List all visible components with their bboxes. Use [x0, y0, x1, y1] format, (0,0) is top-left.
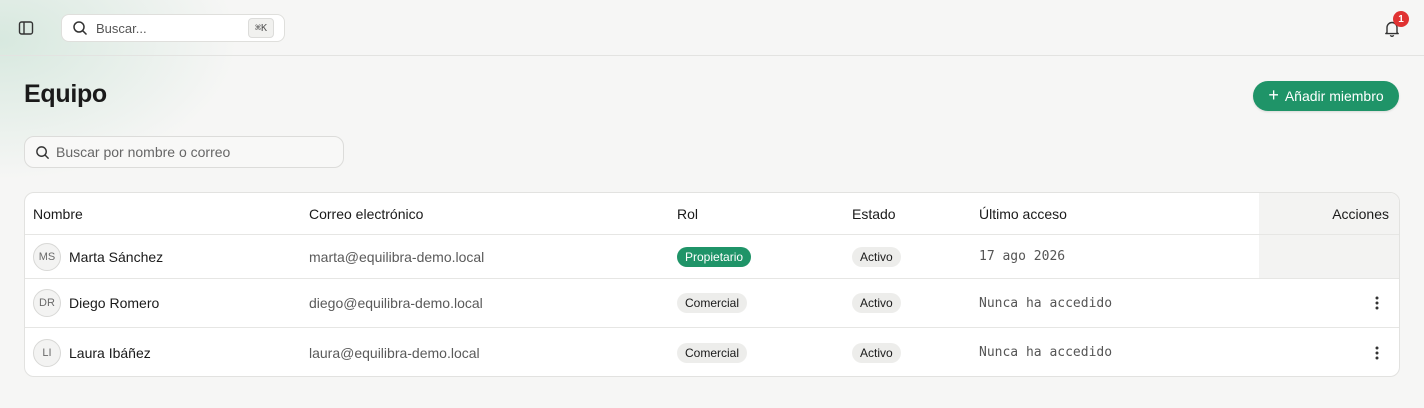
column-actions: Acciones: [1332, 205, 1389, 222]
search-icon: [36, 145, 50, 159]
search-icon: [73, 21, 88, 36]
status-badge: Activo: [852, 293, 901, 313]
member-search: [24, 136, 344, 168]
status-badge: Activo: [852, 342, 901, 363]
table-row[interactable]: LI Laura Ibáñez laura@equilibra-demo.loc…: [25, 328, 1399, 376]
status-badge: Activo: [852, 246, 901, 267]
member-email: laura@equilibra-demo.local: [309, 344, 480, 361]
column-name: Nombre: [33, 205, 83, 222]
avatar: LI: [33, 338, 61, 367]
column-email: Correo electrónico: [309, 205, 424, 222]
avatar: MS: [33, 242, 61, 271]
member-search-input[interactable]: [56, 144, 326, 160]
top-bar: Buscar... ⌘K 1: [0, 0, 1424, 56]
member-email: marta@equilibra-demo.local: [309, 248, 485, 265]
column-role: Rol: [677, 205, 699, 222]
column-status: Estado: [852, 205, 896, 222]
last-access: Nunca ha accedido: [979, 295, 1113, 311]
team-table: Nombre Correo electrónico Rol Estado Últ…: [24, 192, 1400, 377]
plus-icon: +: [1268, 85, 1279, 105]
last-access: 17 ago 2026: [979, 249, 1066, 264]
column-last-access: Último acceso: [979, 205, 1067, 222]
last-access: Nunca ha accedido: [979, 345, 1113, 360]
add-member-button[interactable]: + Añadir miembro: [1253, 81, 1399, 111]
table-row[interactable]: MS Marta Sánchez marta@equilibra-demo.lo…: [25, 235, 1399, 279]
sidebar-toggle-icon[interactable]: [14, 16, 38, 40]
role-badge: Comercial: [677, 342, 748, 363]
search-shortcut: ⌘K: [247, 18, 274, 38]
member-name: Laura Ibáñez: [69, 344, 151, 361]
global-search[interactable]: Buscar... ⌘K: [61, 14, 285, 42]
table-header: Nombre Correo electrónico Rol Estado Últ…: [25, 193, 1399, 235]
global-search-placeholder: Buscar...: [96, 20, 147, 36]
add-member-label: Añadir miembro: [1284, 88, 1384, 104]
page-title: Equipo: [24, 80, 107, 108]
avatar: DR: [33, 289, 61, 317]
more-vertical-icon[interactable]: [1365, 291, 1389, 315]
role-badge: Propietario: [677, 246, 752, 267]
role-badge: Comercial: [677, 293, 748, 313]
notification-badge: 1: [1393, 11, 1409, 27]
member-name: Marta Sánchez: [69, 248, 164, 265]
more-vertical-icon[interactable]: [1365, 341, 1389, 365]
table-row[interactable]: DR Diego Romero diego@equilibra-demo.loc…: [25, 279, 1399, 328]
member-email: diego@equilibra-demo.local: [309, 295, 483, 311]
member-name: Diego Romero: [69, 295, 160, 311]
